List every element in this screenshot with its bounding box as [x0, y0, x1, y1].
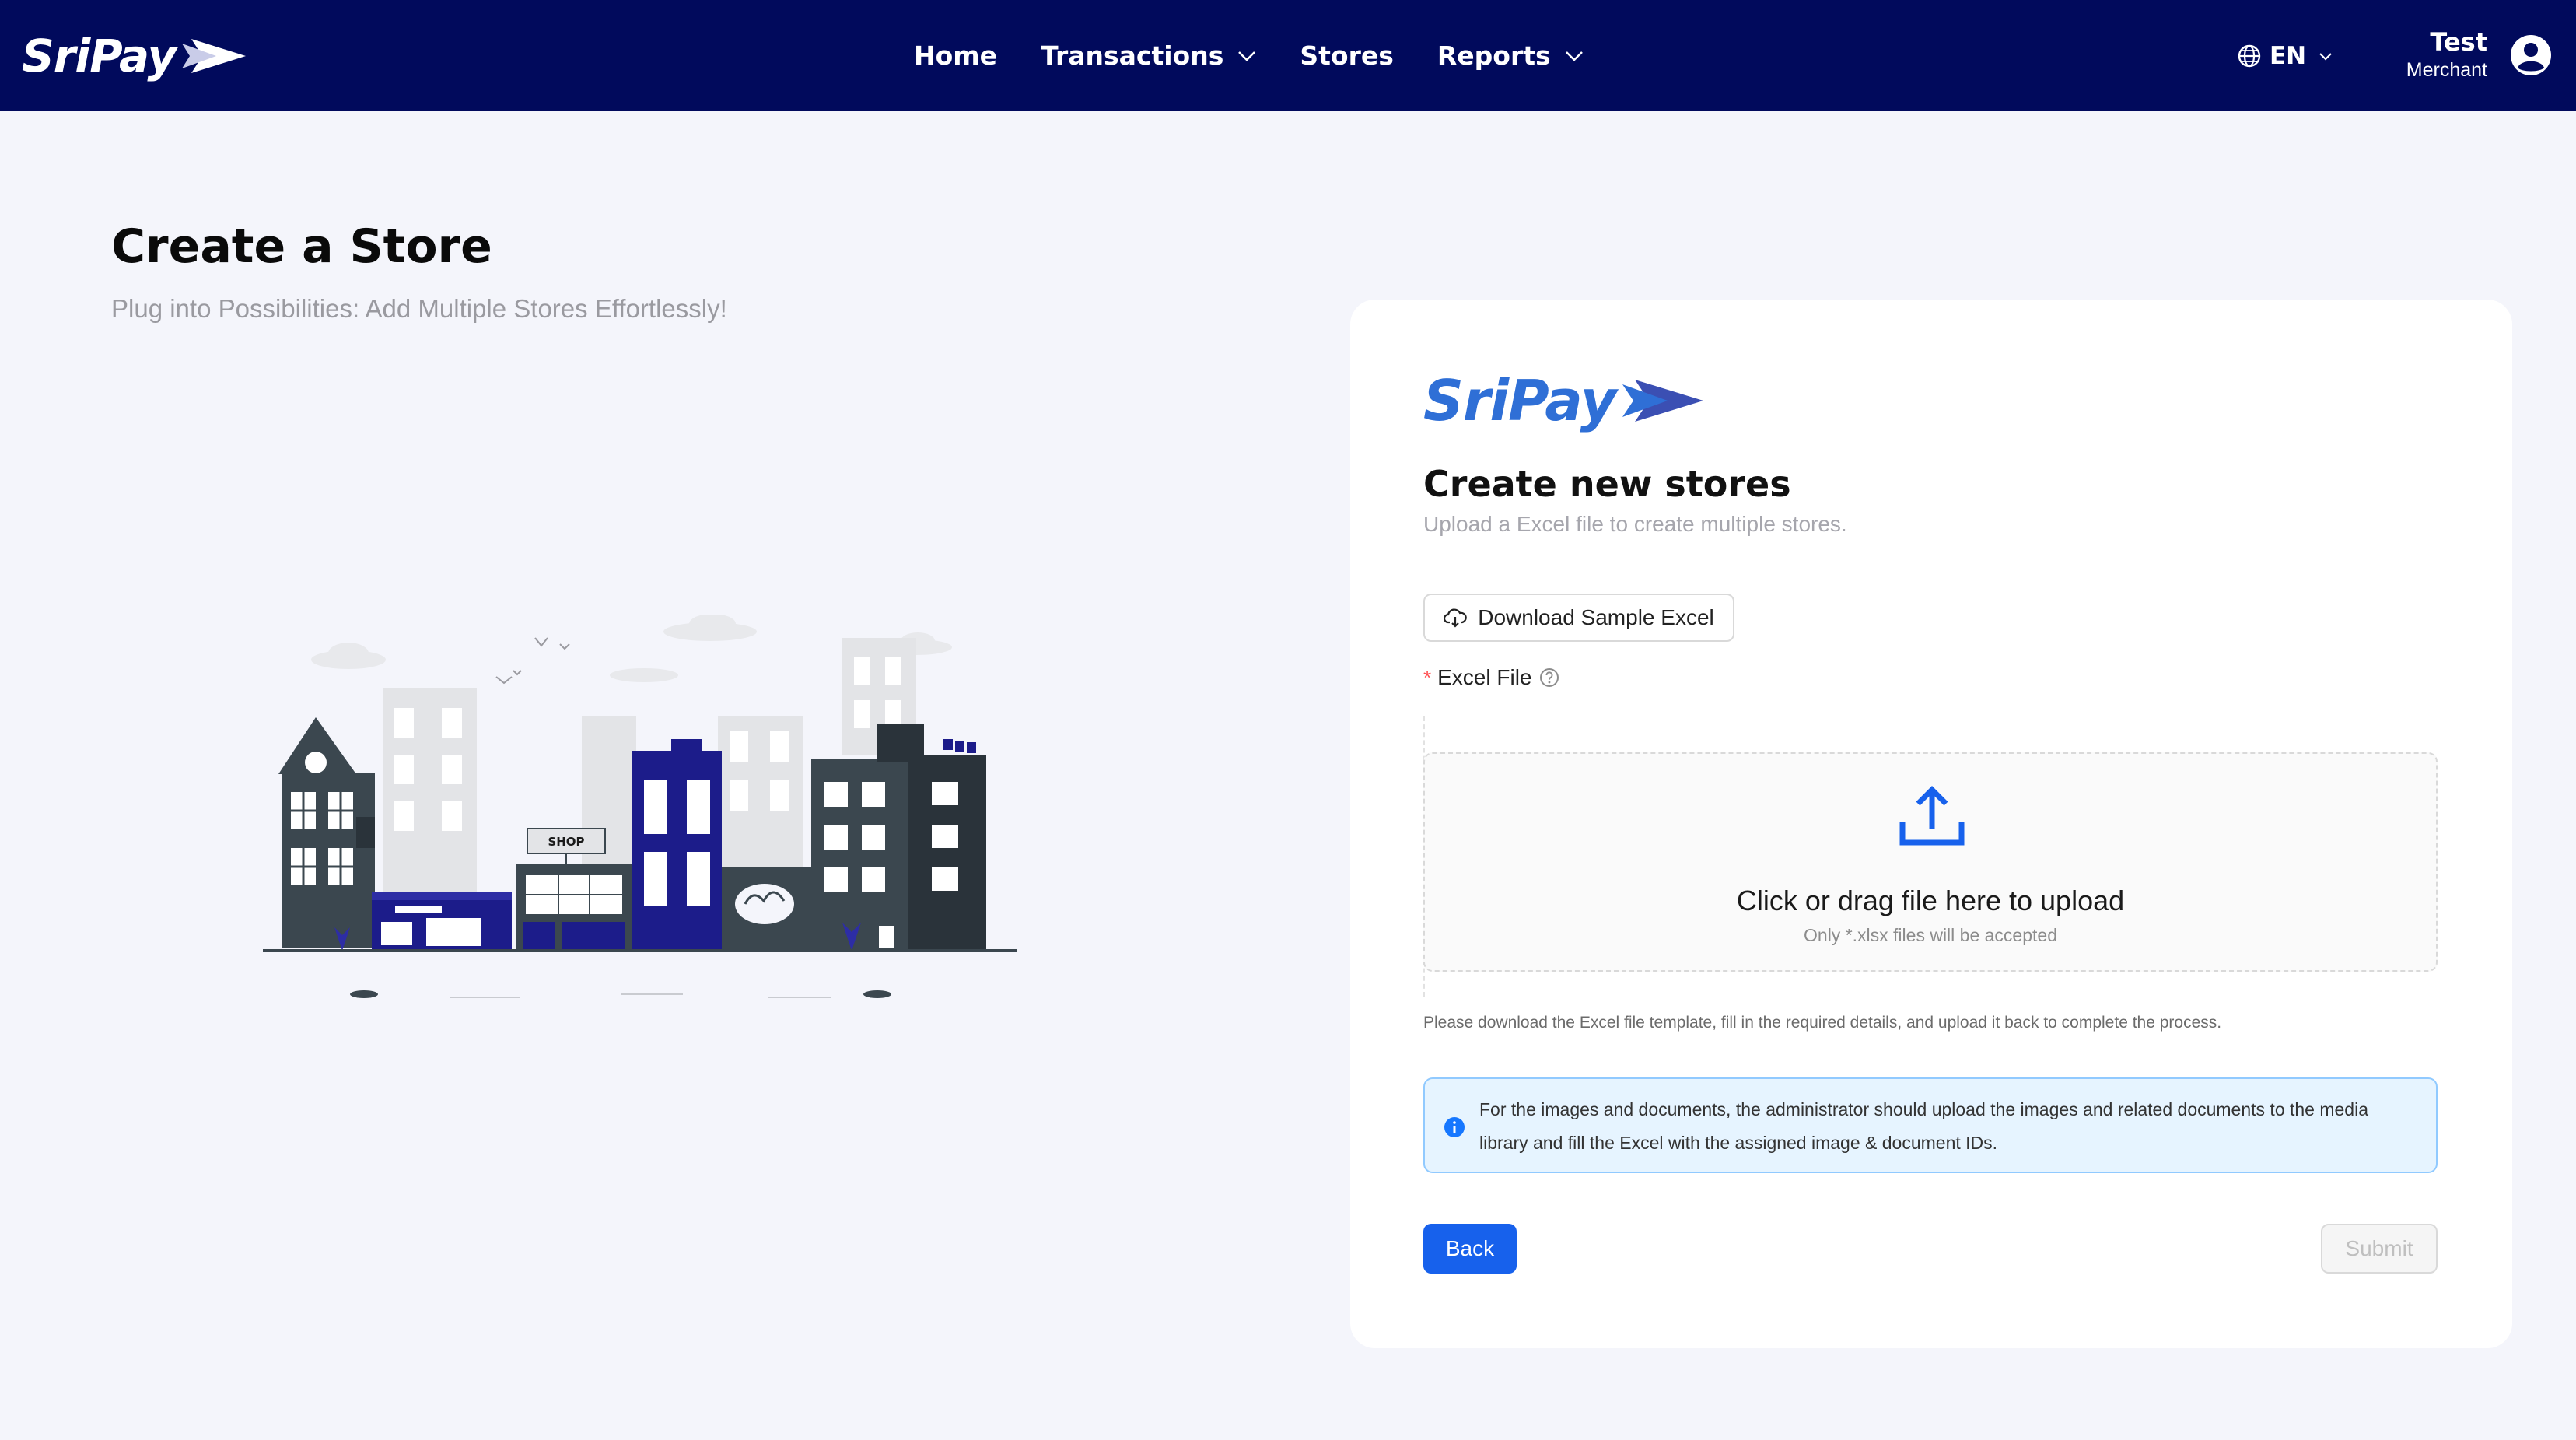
user-avatar-icon[interactable]: [2509, 33, 2553, 77]
required-mark: *: [1423, 665, 1432, 689]
globe-icon: [2238, 44, 2261, 68]
nav-home[interactable]: Home: [914, 40, 997, 71]
nav-transactions[interactable]: Transactions: [1041, 40, 1256, 71]
download-sample-excel-label: Download Sample Excel: [1478, 605, 1714, 629]
brand-logo[interactable]: SriPay: [22, 25, 247, 87]
info-alert-text: For the images and documents, the admini…: [1479, 1099, 2369, 1153]
excel-file-label: * Excel File: [1423, 665, 1560, 690]
shop-sign: SHOP: [548, 835, 584, 849]
language-label: EN: [2270, 42, 2307, 70]
language-selector[interactable]: EN: [2237, 37, 2333, 75]
page-title: Create a Store: [111, 219, 492, 274]
create-stores-card: SriPay Create new stores Upload a Excel …: [1350, 300, 2512, 1348]
page-subtitle: Plug into Possibilities: Add Multiple St…: [111, 294, 727, 323]
nav-reports[interactable]: Reports: [1437, 40, 1584, 71]
brand-name: SriPay: [22, 30, 177, 82]
nav-transactions-label: Transactions: [1041, 40, 1224, 71]
chevron-down-icon: [1238, 51, 1256, 61]
city-storefront-illustration: SHOP: [263, 615, 1017, 998]
nav-home-label: Home: [914, 40, 998, 71]
card-subtitle: Upload a Excel file to create multiple s…: [1423, 512, 1847, 536]
dropzone-title: Click or drag file here to upload: [1736, 885, 2125, 916]
sripay-logo-arrow-icon: [182, 39, 247, 73]
user-role: Merchant: [2406, 59, 2487, 81]
sripay-logo-arrow-icon: [1622, 380, 1703, 422]
card-title: Create new stores: [1423, 463, 1791, 505]
dropzone-hint: Only *.xlsx files will be accepted: [1804, 925, 2057, 945]
cloud-download-icon: [1444, 608, 1468, 628]
submit-button[interactable]: Submit: [2321, 1224, 2438, 1274]
chevron-down-icon: [2319, 52, 2332, 61]
download-sample-excel-button[interactable]: Download Sample Excel: [1423, 594, 1734, 642]
nav-stores[interactable]: Stores: [1300, 40, 1394, 71]
user-menu[interactable]: Test Merchant: [2406, 26, 2487, 82]
info-icon: [1444, 1117, 1465, 1137]
user-name: Test: [2430, 27, 2487, 57]
card-brand-logo: SriPay: [1423, 368, 1706, 433]
info-alert: For the images and documents, the admini…: [1423, 1077, 2438, 1173]
upload-icon: [1899, 786, 1965, 846]
back-button[interactable]: Back: [1423, 1224, 1517, 1274]
file-upload-dropzone[interactable]: Click or drag file here to upload Only *…: [1423, 752, 2438, 972]
chevron-down-icon: [1565, 51, 1583, 61]
top-navbar: SriPay Home Transactions Stores Reports: [0, 0, 2576, 111]
main-nav: Home Transactions Stores Reports: [914, 0, 1627, 111]
question-circle-icon[interactable]: [1538, 667, 1560, 688]
card-brand-name: SriPay: [1423, 368, 1617, 433]
nav-stores-label: Stores: [1300, 40, 1394, 71]
upload-help-text: Please download the Excel file template,…: [1423, 1014, 2222, 1032]
excel-file-label-text: Excel File: [1437, 665, 1532, 689]
nav-reports-label: Reports: [1437, 40, 1551, 71]
